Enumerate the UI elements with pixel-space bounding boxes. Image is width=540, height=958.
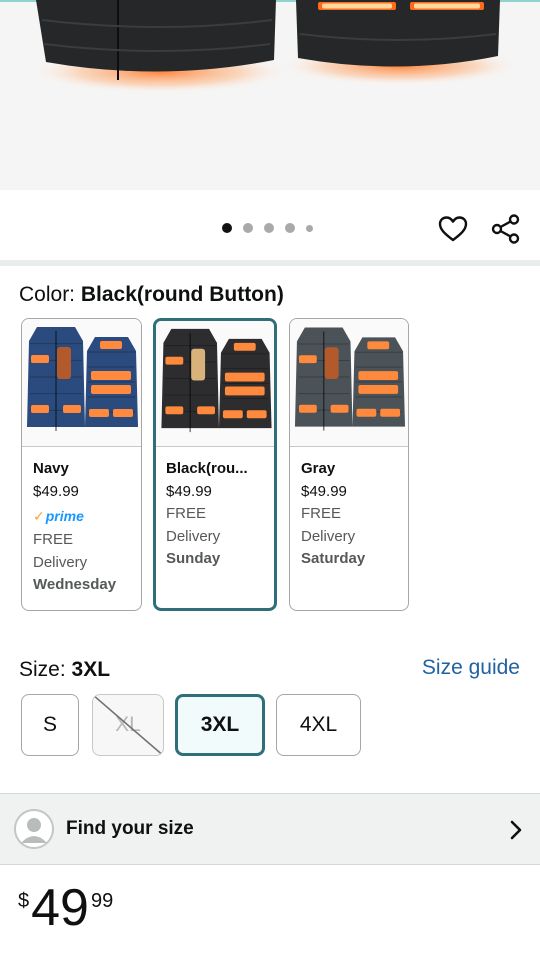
delivery-free: FREE	[33, 531, 74, 548]
wishlist-button[interactable]	[437, 213, 469, 245]
color-option-price: $49.99	[301, 482, 347, 500]
unavailable-strike-icon	[93, 695, 163, 755]
prime-badge: ✓ prime	[33, 503, 135, 529]
carousel-dots[interactable]	[222, 223, 313, 233]
product-price: $ 49 99	[18, 880, 113, 936]
carousel-dot-2[interactable]	[243, 223, 253, 233]
color-option-name: Navy	[33, 460, 69, 477]
color-option-info: Gray $49.99 FREE Delivery Saturday	[301, 458, 402, 571]
prime-label: prime	[45, 507, 84, 524]
size-option-label: 3XL	[200, 713, 240, 736]
size-option-label: S	[42, 713, 57, 736]
delivery-free: FREE	[301, 505, 342, 522]
carousel-dot-5[interactable]	[306, 224, 313, 232]
price-fraction: 99	[90, 890, 114, 912]
vest-illustration	[25, 0, 525, 94]
color-option-info: Black(rou... $49.99 FREE Delivery Sunday	[166, 458, 268, 571]
color-option-info: Navy $49.99 ✓ prime FREE Delivery Wednesd…	[33, 458, 135, 597]
carousel-dot-1[interactable]	[222, 223, 232, 233]
size-option-xl[interactable]: XL	[92, 694, 164, 756]
size-option-4xl[interactable]: 4XL	[276, 694, 361, 756]
size-option-label: 4XL	[299, 713, 338, 736]
prime-check-icon: ✓	[33, 507, 45, 524]
vest-thumbnail-image	[294, 327, 406, 431]
delivery-label: Delivery	[33, 553, 88, 571]
heart-icon	[438, 216, 468, 242]
size-option-3xl[interactable]: 3XL	[175, 694, 265, 756]
price-currency: $	[18, 890, 30, 912]
find-your-size-row[interactable]: Find your size	[0, 793, 540, 865]
price-whole: 49	[31, 879, 89, 937]
selected-color-name: Black(round Button)	[80, 283, 284, 306]
color-option-navy[interactable]: Navy $49.99 ✓ prime FREE Delivery Wednesd…	[21, 318, 142, 611]
color-thumbnail	[156, 321, 274, 447]
share-icon	[491, 214, 520, 244]
selected-size: 3XL	[71, 658, 111, 681]
color-selection-label: Color: Black(round Button)	[19, 283, 284, 307]
color-thumbnail	[290, 319, 408, 447]
vest-thumbnail-image	[161, 328, 272, 433]
color-option-name: Gray	[301, 460, 336, 477]
delivery-label: Delivery	[166, 527, 221, 545]
color-option-gray[interactable]: Gray $49.99 FREE Delivery Saturday	[289, 318, 409, 611]
share-button[interactable]	[490, 213, 522, 245]
color-option-black[interactable]: Black(rou... $49.99 FREE Delivery Sunday	[153, 318, 277, 611]
color-option-price: $49.99	[33, 482, 79, 500]
size-label-prefix: Size:	[19, 658, 72, 681]
color-thumbnail	[22, 319, 141, 447]
find-your-size-label: Find your size	[66, 818, 194, 839]
section-divider	[0, 260, 540, 266]
color-option-price: $49.99	[166, 482, 212, 500]
vest-thumbnail-image	[27, 327, 138, 431]
color-label-prefix: Color:	[19, 283, 81, 306]
product-image[interactable]	[0, 0, 540, 190]
delivery-day: Saturday	[301, 550, 366, 567]
size-guide-link[interactable]: Size guide	[422, 656, 520, 680]
carousel-dot-3[interactable]	[264, 223, 274, 233]
size-selection-label: Size: 3XL	[19, 658, 110, 682]
delivery-free: FREE	[166, 505, 207, 522]
color-option-name: Black(rou...	[166, 460, 248, 477]
chevron-right-icon	[510, 820, 522, 840]
carousel-dot-4[interactable]	[285, 223, 295, 233]
delivery-label: Delivery	[301, 527, 356, 545]
user-avatar-icon	[14, 809, 54, 849]
size-option-s[interactable]: S	[21, 694, 79, 756]
delivery-day: Wednesday	[33, 576, 117, 593]
delivery-day: Sunday	[166, 550, 221, 567]
